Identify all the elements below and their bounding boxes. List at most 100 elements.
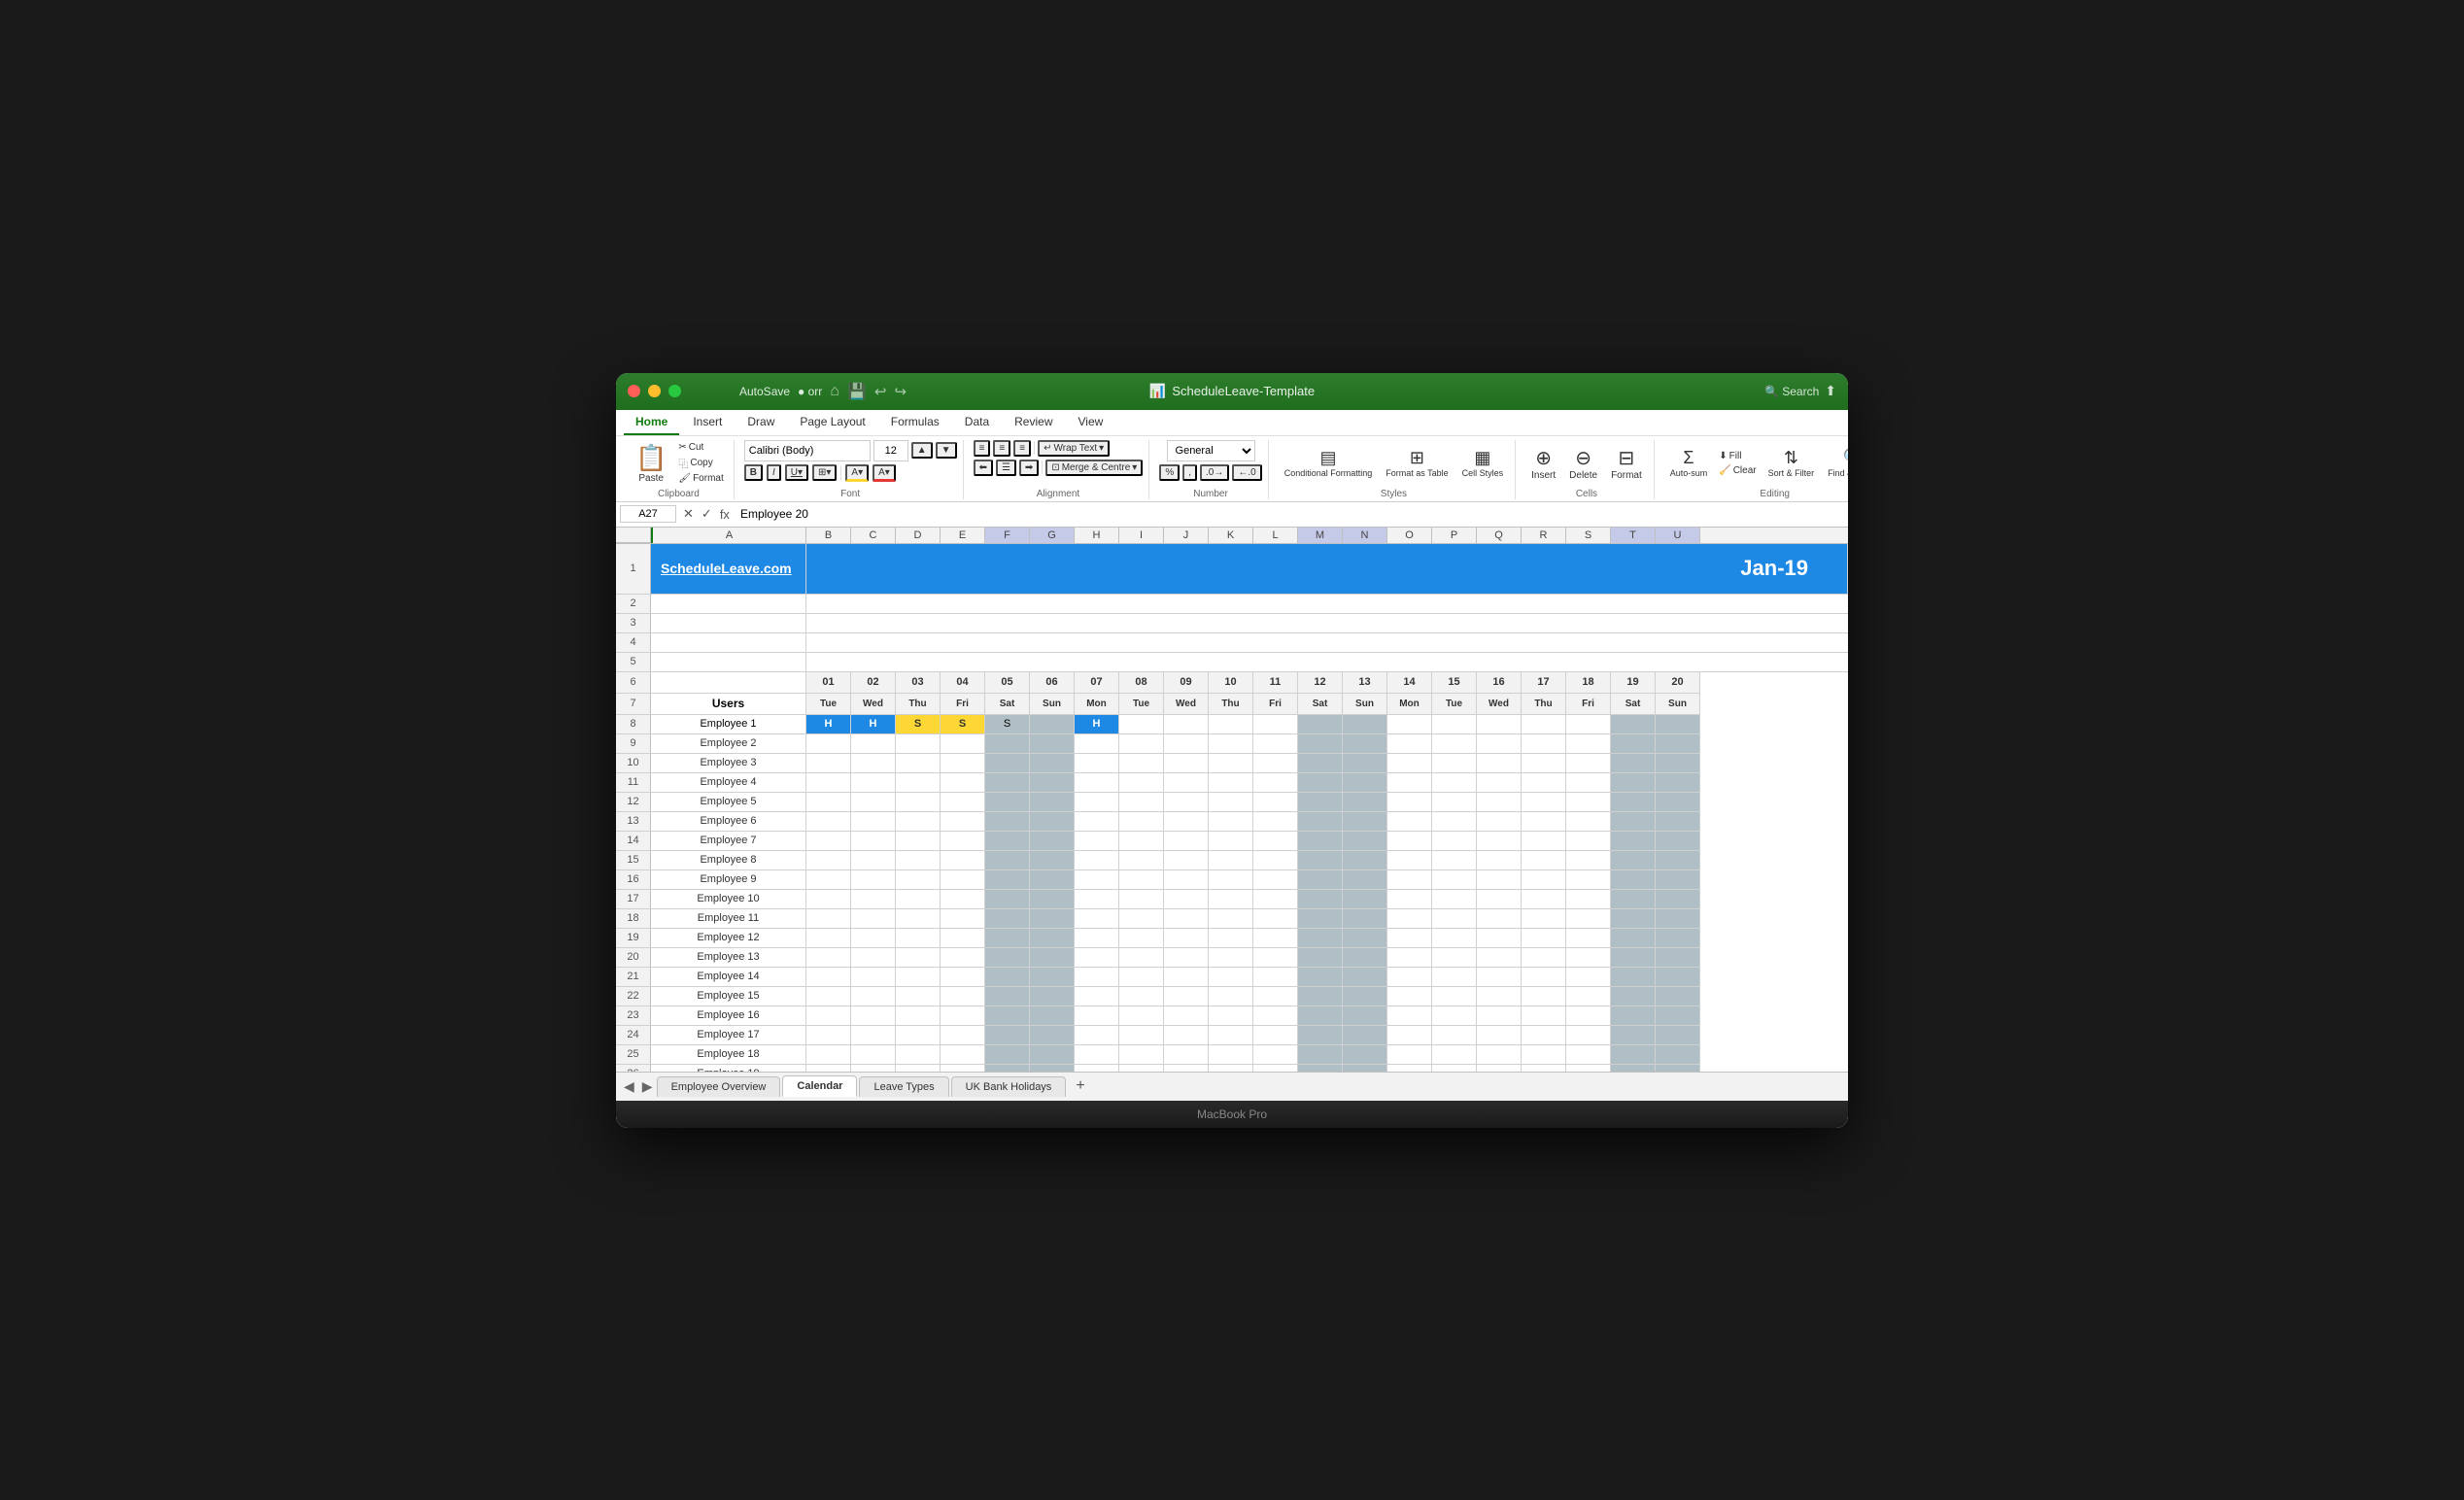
- share-icon[interactable]: ⬆: [1825, 383, 1836, 399]
- emp2-d16[interactable]: [1477, 734, 1522, 754]
- emp11-d17[interactable]: [1522, 909, 1566, 929]
- emp13-d20[interactable]: [1656, 948, 1700, 968]
- emp10-d14[interactable]: [1387, 890, 1432, 909]
- emp12-d06[interactable]: [1030, 929, 1075, 948]
- emp19-d06[interactable]: [1030, 1065, 1075, 1072]
- emp10-d07[interactable]: [1075, 890, 1119, 909]
- tab-calendar[interactable]: Calendar: [782, 1075, 857, 1097]
- emp15-d03[interactable]: [896, 987, 941, 1006]
- emp13-d03[interactable]: [896, 948, 941, 968]
- dec-inc-button[interactable]: .0→: [1200, 464, 1229, 481]
- emp19-d05[interactable]: [985, 1065, 1030, 1072]
- sort-filter-button[interactable]: ⇅ Sort & Filter: [1762, 445, 1821, 481]
- emp19-d15[interactable]: [1432, 1065, 1477, 1072]
- emp13-d12[interactable]: [1298, 948, 1343, 968]
- font-size-inc[interactable]: ▲: [911, 442, 933, 459]
- emp12-d01[interactable]: [806, 929, 851, 948]
- emp14-d09[interactable]: [1164, 968, 1209, 987]
- emp2-d04[interactable]: [941, 734, 985, 754]
- emp1-d06[interactable]: [1030, 715, 1075, 734]
- emp19-d17[interactable]: [1522, 1065, 1566, 1072]
- emp18-d16[interactable]: [1477, 1045, 1522, 1065]
- emp4-d11[interactable]: [1253, 773, 1298, 793]
- emp14-d14[interactable]: [1387, 968, 1432, 987]
- emp7-d02[interactable]: [851, 832, 896, 851]
- emp15-d04[interactable]: [941, 987, 985, 1006]
- emp1-d18[interactable]: [1566, 715, 1611, 734]
- emp15-d12[interactable]: [1298, 987, 1343, 1006]
- emp7-d05[interactable]: [985, 832, 1030, 851]
- emp9-d14[interactable]: [1387, 870, 1432, 890]
- font-color-button[interactable]: A▾: [873, 464, 896, 482]
- emp15-d11[interactable]: [1253, 987, 1298, 1006]
- emp1-d08[interactable]: [1119, 715, 1164, 734]
- emp1-d13[interactable]: [1343, 715, 1387, 734]
- emp14-name[interactable]: Employee 14: [651, 968, 806, 987]
- emp17-d13[interactable]: [1343, 1026, 1387, 1045]
- emp8-d16[interactable]: [1477, 851, 1522, 870]
- emp8-d19[interactable]: [1611, 851, 1656, 870]
- emp15-d01[interactable]: [806, 987, 851, 1006]
- emp13-d17[interactable]: [1522, 948, 1566, 968]
- emp16-d15[interactable]: [1432, 1006, 1477, 1026]
- emp11-d03[interactable]: [896, 909, 941, 929]
- emp7-d20[interactable]: [1656, 832, 1700, 851]
- emp7-d04[interactable]: [941, 832, 985, 851]
- emp19-d04[interactable]: [941, 1065, 985, 1072]
- emp4-d12[interactable]: [1298, 773, 1343, 793]
- emp3-name[interactable]: Employee 3: [651, 754, 806, 773]
- emp12-d03[interactable]: [896, 929, 941, 948]
- emp7-d06[interactable]: [1030, 832, 1075, 851]
- emp11-d15[interactable]: [1432, 909, 1477, 929]
- emp13-d11[interactable]: [1253, 948, 1298, 968]
- emp4-d05[interactable]: [985, 773, 1030, 793]
- emp8-name[interactable]: Employee 8: [651, 851, 806, 870]
- col-header-s[interactable]: S: [1566, 528, 1611, 543]
- emp13-d05[interactable]: [985, 948, 1030, 968]
- emp15-name[interactable]: Employee 15: [651, 987, 806, 1006]
- emp17-d06[interactable]: [1030, 1026, 1075, 1045]
- emp3-d14[interactable]: [1387, 754, 1432, 773]
- tab-nav-next[interactable]: ▶: [638, 1074, 657, 1099]
- emp7-d11[interactable]: [1253, 832, 1298, 851]
- emp13-d13[interactable]: [1343, 948, 1387, 968]
- emp1-d03[interactable]: S: [896, 715, 941, 734]
- emp9-d01[interactable]: [806, 870, 851, 890]
- emp4-d13[interactable]: [1343, 773, 1387, 793]
- emp5-d15[interactable]: [1432, 793, 1477, 812]
- emp17-d14[interactable]: [1387, 1026, 1432, 1045]
- col-header-f[interactable]: F: [985, 528, 1030, 543]
- emp14-d13[interactable]: [1343, 968, 1387, 987]
- emp14-d06[interactable]: [1030, 968, 1075, 987]
- fill-button[interactable]: ⬇ Fill: [1715, 450, 1760, 462]
- col-header-m[interactable]: M: [1298, 528, 1343, 543]
- emp10-d09[interactable]: [1164, 890, 1209, 909]
- emp10-d11[interactable]: [1253, 890, 1298, 909]
- emp7-d07[interactable]: [1075, 832, 1119, 851]
- insert-button[interactable]: ⊕ Insert: [1525, 443, 1561, 484]
- emp10-d08[interactable]: [1119, 890, 1164, 909]
- emp9-d11[interactable]: [1253, 870, 1298, 890]
- emp17-d08[interactable]: [1119, 1026, 1164, 1045]
- emp8-d03[interactable]: [896, 851, 941, 870]
- highlight-color-button[interactable]: A▾: [845, 464, 869, 482]
- align-top-center-button[interactable]: ≡: [993, 440, 1010, 457]
- emp9-d07[interactable]: [1075, 870, 1119, 890]
- emp7-d12[interactable]: [1298, 832, 1343, 851]
- emp8-d13[interactable]: [1343, 851, 1387, 870]
- emp14-d11[interactable]: [1253, 968, 1298, 987]
- emp5-d01[interactable]: [806, 793, 851, 812]
- emp3-d04[interactable]: [941, 754, 985, 773]
- emp5-d04[interactable]: [941, 793, 985, 812]
- emp16-d03[interactable]: [896, 1006, 941, 1026]
- emp3-d01[interactable]: [806, 754, 851, 773]
- emp19-d20[interactable]: [1656, 1065, 1700, 1072]
- align-left-button[interactable]: ⬅: [974, 460, 993, 476]
- emp4-d14[interactable]: [1387, 773, 1432, 793]
- emp9-d06[interactable]: [1030, 870, 1075, 890]
- emp1-d19[interactable]: [1611, 715, 1656, 734]
- emp18-d07[interactable]: [1075, 1045, 1119, 1065]
- emp18-d10[interactable]: [1209, 1045, 1253, 1065]
- tab-uk-bank-holidays[interactable]: UK Bank Holidays: [951, 1076, 1067, 1097]
- emp10-d18[interactable]: [1566, 890, 1611, 909]
